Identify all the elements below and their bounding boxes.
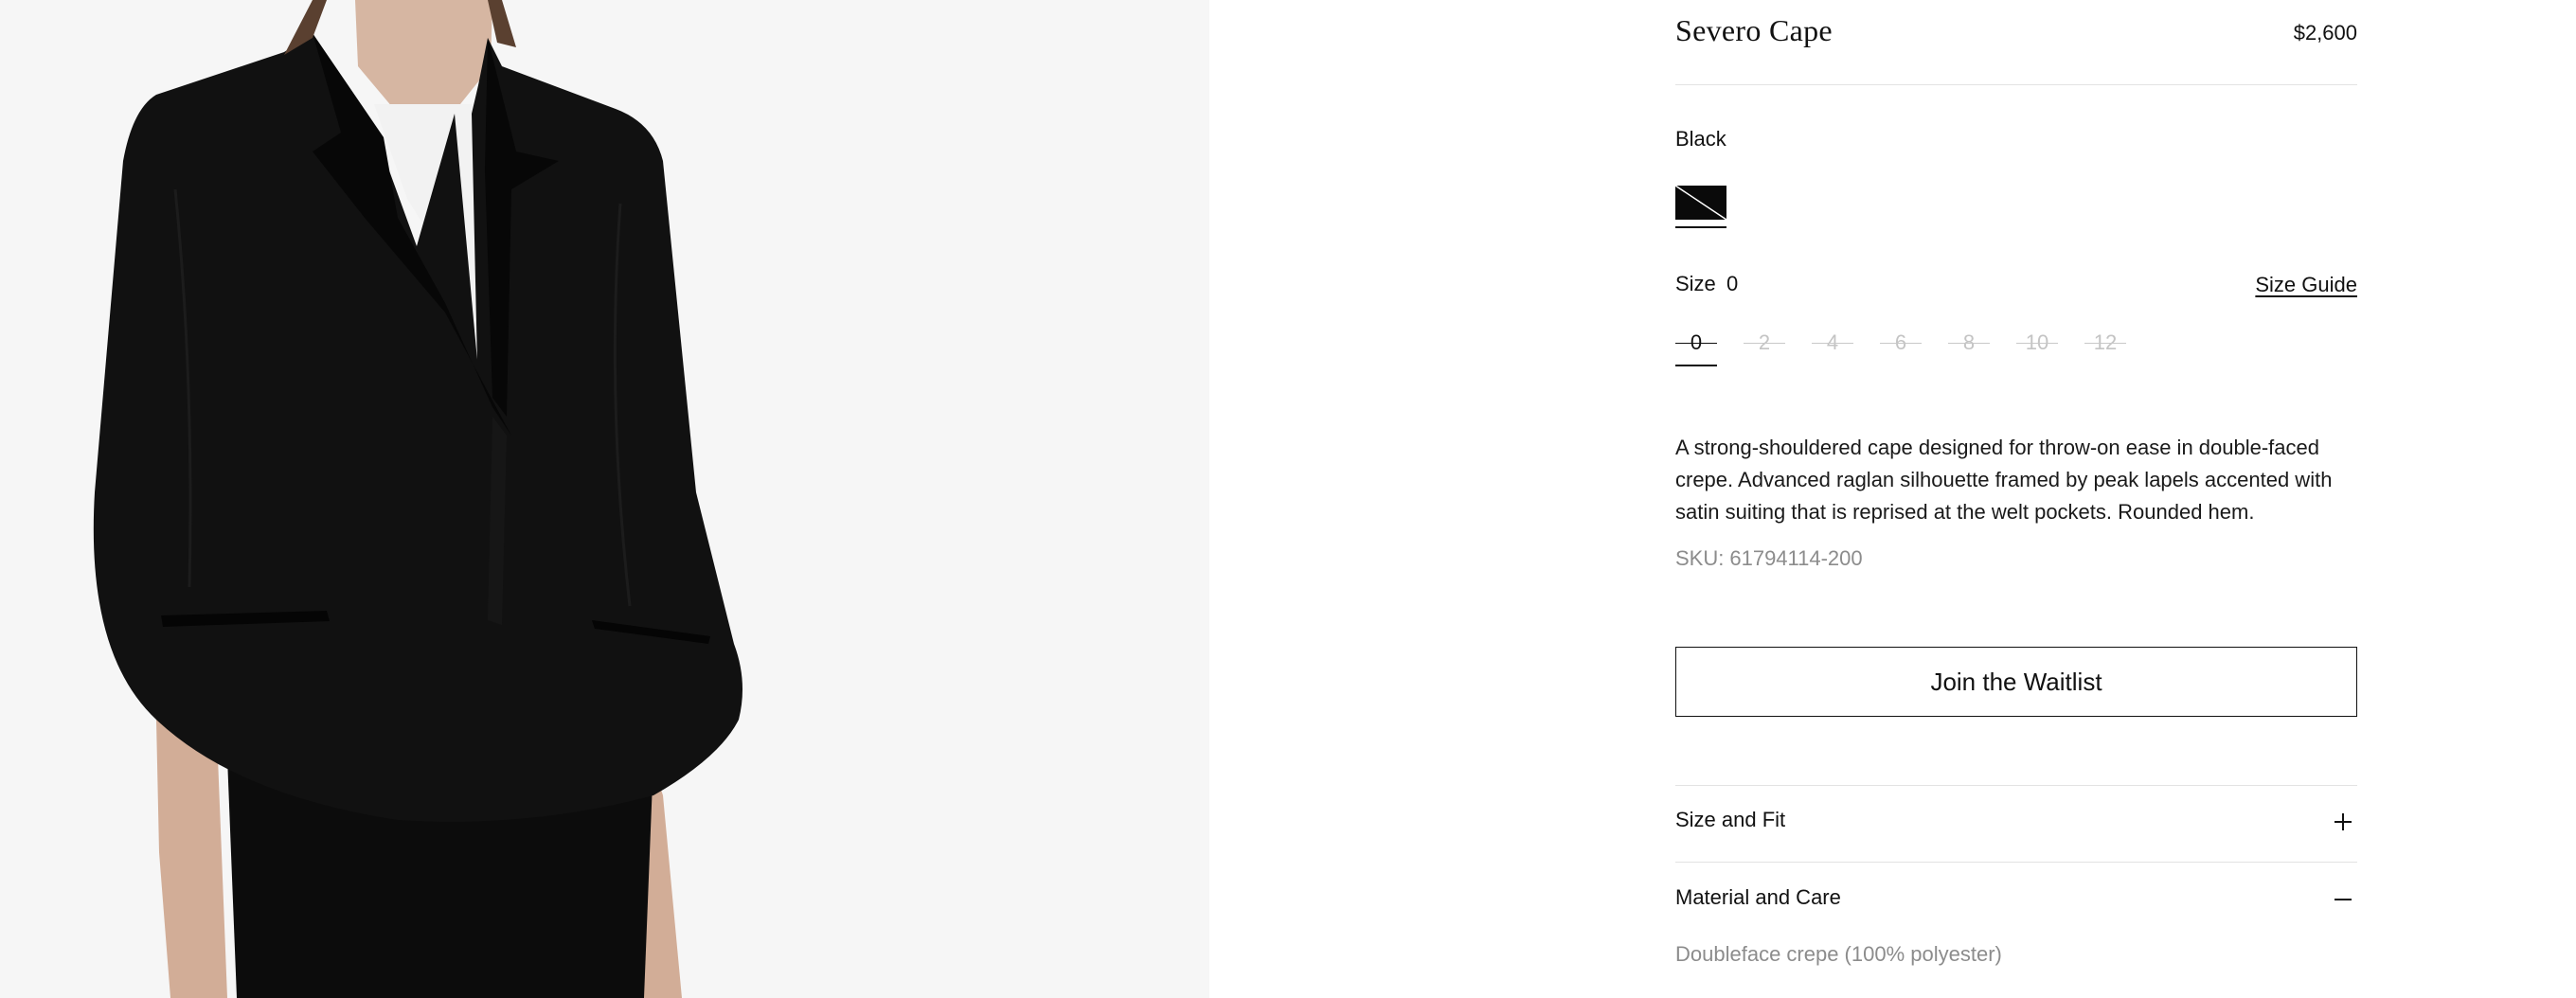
title-row: Severo Cape $2,600	[1675, 13, 2357, 61]
size-option-8[interactable]: 8	[1948, 327, 1990, 361]
accordion-material-and-care[interactable]: Material and Care	[1675, 863, 2357, 938]
unavailable-strike	[1744, 343, 1785, 344]
product-image[interactable]	[0, 0, 1209, 998]
unavailable-strike	[1675, 343, 1717, 344]
material-details: Doubleface crepe (100% polyester)	[1675, 942, 2002, 966]
product-price: $2,600	[2293, 21, 2357, 45]
plus-icon	[2334, 813, 2352, 830]
accordion-size-and-fit[interactable]: Size and Fit	[1675, 785, 2357, 861]
product-info-panel: Severo Cape $2,600 Black Size 0 Size Gui…	[1675, 0, 2357, 998]
product-description: A strong-shouldered cape designed for th…	[1675, 436, 2333, 524]
product-sku: SKU: 61794114-200	[1675, 546, 1863, 571]
unavailable-strike	[2084, 343, 2126, 344]
accordion-label: Size and Fit	[1675, 808, 1786, 831]
product-title: Severo Cape	[1675, 13, 1833, 47]
sku-label: SKU:	[1675, 546, 1725, 570]
unavailable-strike	[1948, 343, 1990, 344]
size-option-12[interactable]: 12	[2084, 327, 2126, 361]
size-selector: 0 2 4 6 8 10 12	[1675, 327, 2168, 368]
size-label: Size	[1675, 272, 1716, 295]
color-swatch-black[interactable]	[1675, 186, 1726, 220]
swatch-selected-indicator	[1675, 226, 1726, 228]
sku-value: 61794114-200	[1729, 546, 1863, 570]
color-name: Black	[1675, 127, 1726, 151]
size-guide-link[interactable]: Size Guide	[2255, 273, 2357, 297]
unavailable-slash-icon	[1675, 186, 1726, 220]
accordion-label: Material and Care	[1675, 885, 1841, 909]
unavailable-strike	[1880, 343, 1922, 344]
size-option-0[interactable]: 0	[1675, 327, 1717, 366]
join-waitlist-button[interactable]: Join the Waitlist	[1675, 647, 2357, 717]
product-photo-illustration	[93, 0, 742, 998]
minus-icon	[2334, 891, 2352, 908]
unavailable-strike	[2016, 343, 2058, 344]
divider	[1675, 84, 2357, 85]
size-option-10[interactable]: 10	[2016, 327, 2058, 361]
size-option-4[interactable]: 4	[1812, 327, 1853, 361]
selected-size-value: 0	[1726, 272, 1739, 295]
size-option-2[interactable]: 2	[1744, 327, 1785, 361]
size-option-6[interactable]: 6	[1880, 327, 1922, 361]
unavailable-strike	[1812, 343, 1853, 344]
